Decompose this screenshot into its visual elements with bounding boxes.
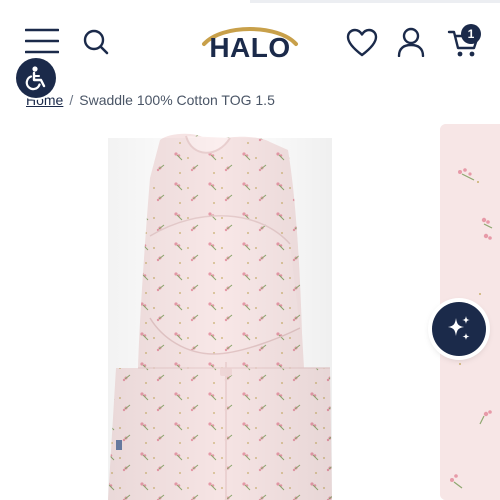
breadcrumb-separator: /	[69, 92, 74, 108]
menu-button[interactable]	[24, 24, 60, 58]
product-image-main[interactable]	[0, 118, 430, 500]
ai-assistant-button[interactable]	[432, 302, 486, 356]
wishlist-button[interactable]	[344, 26, 380, 60]
wheelchair-icon	[25, 66, 46, 91]
cart-count-badge: 1	[461, 24, 481, 44]
sparkle-icon	[448, 316, 470, 340]
halo-logo[interactable]: HALO	[200, 20, 300, 66]
accessibility-button[interactable]	[16, 58, 56, 98]
search-button[interactable]	[80, 26, 112, 58]
search-icon	[83, 29, 109, 55]
breadcrumb-current: Swaddle 100% Cotton TOG 1.5	[79, 92, 275, 108]
site-header: HALO 1	[0, 0, 500, 82]
user-icon	[397, 27, 425, 57]
breadcrumb: Home / Swaddle 100% Cotton TOG 1.5	[26, 90, 275, 110]
logo-text: HALO	[209, 32, 291, 63]
account-button[interactable]	[394, 25, 428, 59]
heart-icon	[346, 28, 378, 57]
swaddle-pink-floral-image	[108, 133, 332, 500]
hamburger-menu-icon	[25, 28, 59, 54]
